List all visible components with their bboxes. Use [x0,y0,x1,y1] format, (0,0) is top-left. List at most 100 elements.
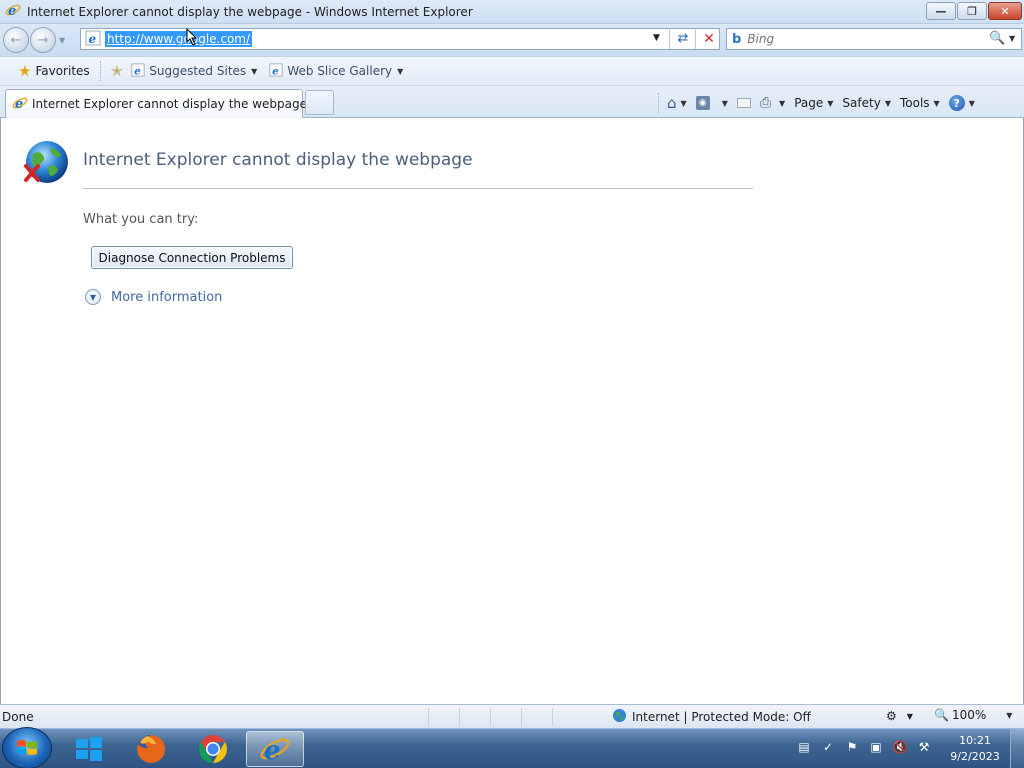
svg-text:e: e [272,65,279,77]
globe-error-icon [23,140,69,186]
back-arrow-icon: ← [10,32,22,48]
start-button[interactable] [2,727,52,768]
tray-tools-icon[interactable]: ⚒ [916,739,932,755]
page-menu[interactable]: Page ▼ [794,96,833,110]
chevron-down-icon: ▼ [968,98,975,108]
expand-arrow-icon[interactable]: ▼ [85,289,101,305]
safety-menu[interactable]: Safety ▼ [842,96,891,110]
show-desktop-button[interactable] [1010,729,1024,768]
chevron-down-icon: ▼ [906,711,913,721]
favorites-button[interactable]: ★ Favorites [14,59,94,83]
text-cursor-icon [186,27,198,46]
help-menu[interactable]: ? ▼ [948,95,975,111]
address-divider [669,29,670,49]
tray-security-icon[interactable]: ✓ [820,739,836,755]
network-icon[interactable]: ▣ [868,739,884,755]
stop-button[interactable]: ✕ [699,30,719,48]
safety-menu-label: Safety [842,96,881,110]
address-dropdown-icon[interactable]: ▼ [653,33,660,43]
status-text: Done [2,709,34,724]
svg-text:e: e [8,4,16,18]
taskbar-internet-explorer[interactable]: e [246,731,304,767]
star-icon: ★ [18,61,32,80]
tools-menu[interactable]: Tools ▼ [900,96,940,110]
search-box[interactable]: b 🔍 ▼ [726,28,1022,50]
web-slice-gallery-label: Web Slice Gallery [287,64,393,78]
page-menu-label: Page [794,96,824,110]
protected-mode-settings[interactable]: ⚙ ▼ [886,709,913,723]
action-center-flag-icon[interactable]: ⚑ [844,739,860,755]
read-mail-button[interactable] [736,98,751,108]
refresh-icon: ⇄ [677,31,689,46]
chevron-down-icon[interactable]: ▼ [1006,711,1012,720]
tab-row: e Internet Explorer cannot display the w… [0,86,1024,118]
web-slice-gallery-button[interactable]: e Web Slice Gallery ▼ [265,59,407,83]
back-button[interactable]: ← [3,27,29,53]
favorites-divider [99,61,101,81]
new-tab-button[interactable] [305,90,334,115]
diagnose-connection-button[interactable]: Diagnose Connection Problems [91,246,293,269]
feeds-button[interactable]: ◉ ▼ [695,96,728,110]
security-zone-label: Internet | Protected Mode: Off [632,710,811,724]
clock-time: 10:21 [959,734,991,747]
status-divider [490,708,491,726]
restore-icon: ❐ [967,4,977,18]
refresh-button[interactable]: ⇄ [673,31,693,47]
address-url-text[interactable]: http://www.google.com/ [105,31,253,47]
more-information-toggle[interactable]: ▼ More information [85,289,222,305]
globe-icon [612,708,627,726]
zoom-level: 100% [951,708,987,722]
restore-button[interactable]: ❐ [957,2,987,20]
status-bar: Done Internet | Protected Mode: Off ⚙ ▼ … [0,704,1024,728]
chrome-icon [199,735,227,763]
chevron-down-icon[interactable]: ▼ [681,99,687,108]
home-button[interactable]: ⌂ ▼ [667,94,687,112]
more-information-link[interactable]: More information [111,290,222,305]
chevron-down-icon: ▼ [251,66,258,76]
security-zone[interactable]: Internet | Protected Mode: Off [612,708,811,726]
what-you-can-try-label: What you can try: [83,212,199,227]
chevron-down-icon: ▼ [827,98,834,108]
page-content: Internet Explorer cannot display the web… [0,118,1024,704]
chevron-down-icon: ▼ [933,98,940,108]
add-to-favorites-bar-button[interactable]: ✭ [107,59,128,83]
tray-document-icon[interactable]: ▤ [796,739,812,755]
suggested-sites-button[interactable]: e Suggested Sites ▼ [127,59,261,83]
chevron-down-icon: ▼ [397,66,404,76]
search-input[interactable] [747,32,968,46]
forward-button[interactable]: → [30,27,56,53]
status-divider [459,708,460,726]
internet-explorer-icon: e [5,2,21,21]
taskbar-windows-explorer[interactable] [60,731,118,767]
home-icon: ⌂ [667,94,677,112]
chevron-down-icon: ▼ [884,98,891,108]
search-options-dropdown[interactable]: ▼ [1009,34,1015,43]
printer-icon: ⎙ [759,95,772,111]
title-divider [83,188,753,189]
system-clock[interactable]: 10:21 9/2/2023 [946,733,1004,765]
forward-arrow-icon: → [37,32,49,48]
taskbar-firefox[interactable] [122,731,180,767]
clock-date: 9/2/2023 [950,750,1000,763]
page-icon: e [85,30,101,49]
chevron-down-icon[interactable]: ▼ [722,99,728,108]
windows-tiles-icon [76,737,102,761]
address-bar[interactable]: e http://www.google.com/ ▼ ⇄ ✕ [80,28,720,50]
taskbar-chrome[interactable] [184,731,242,767]
window-controls: — ❐ ✕ [926,2,1022,20]
chevron-down-icon[interactable]: ▼ [779,99,785,108]
page-icon: e [131,62,145,80]
stop-icon: ✕ [703,31,715,47]
svg-text:e: e [15,97,23,111]
tab-active[interactable]: e Internet Explorer cannot display the w… [5,89,307,118]
search-icon[interactable]: 🔍 [989,31,1005,46]
minimize-icon: — [935,4,947,18]
print-button[interactable]: ⎙ ▼ [760,95,785,111]
page-icon: e [269,62,283,80]
close-button[interactable]: ✕ [988,2,1022,20]
settings-gear-icon: ⚙ [886,709,897,723]
volume-muted-icon[interactable]: 🔇 [892,739,908,755]
zoom-control[interactable]: 🔍 100% ▼ [934,708,1012,722]
recent-pages-dropdown[interactable]: ▼ [59,36,71,45]
minimize-button[interactable]: — [926,2,956,20]
